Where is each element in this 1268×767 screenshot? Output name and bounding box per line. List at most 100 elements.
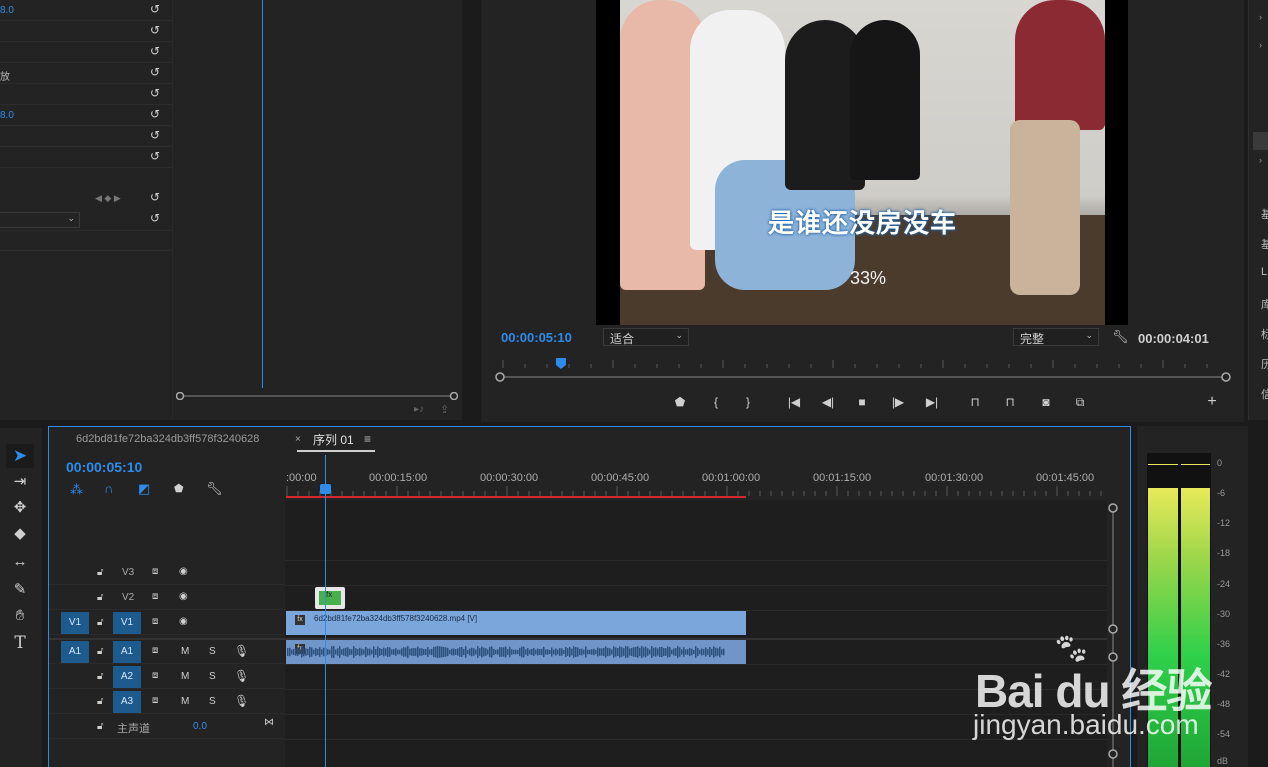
microphone-icon[interactable]: 🎙︎ — [234, 644, 249, 658]
marker-icon[interactable]: ⬟ — [174, 482, 184, 495]
panel-tab-label[interactable]: 库 — [1261, 296, 1268, 312]
panel-tab-label[interactable]: 基 — [1261, 236, 1268, 252]
program-playhead[interactable] — [555, 358, 566, 369]
type-tool-icon[interactable]: T — [10, 633, 30, 653]
sync-lock-icon[interactable]: ⧈ — [152, 566, 158, 577]
eye-icon[interactable]: ◉ — [179, 566, 188, 577]
mute-button[interactable]: M — [181, 646, 189, 657]
hand-tool-icon[interactable]: ✋︎ — [10, 606, 30, 626]
audio-clip-a1[interactable]: fx — [286, 640, 746, 664]
microphone-icon[interactable]: 🎙︎ — [234, 694, 249, 708]
wrench-icon[interactable]: 🔧︎ — [206, 481, 223, 497]
program-scrubber[interactable] — [493, 356, 1233, 386]
stop-button[interactable]: ■ — [853, 394, 871, 410]
extract-button[interactable]: ⊓ — [1001, 394, 1019, 410]
reset-icon[interactable]: ↺ — [150, 128, 164, 142]
pen-tool-icon[interactable]: ✎ — [10, 580, 30, 600]
timeline-timecode[interactable]: 00:00:05:10 — [66, 459, 142, 475]
mute-button[interactable]: M — [181, 696, 189, 707]
keyframe-nav[interactable]: ◀ ◆ ▶ — [95, 193, 121, 204]
lock-icon[interactable]: 🔓︎ — [97, 592, 103, 603]
lock-icon[interactable]: 🔓︎ — [97, 617, 103, 628]
go-to-in-button[interactable]: |◀ — [785, 394, 803, 410]
reset-icon[interactable]: ↺ — [150, 107, 164, 121]
timeline-playhead-head[interactable] — [320, 484, 331, 494]
add-button-icon[interactable]: + — [1203, 394, 1221, 410]
reset-icon[interactable]: ↺ — [150, 86, 164, 100]
chevron-right-icon[interactable]: › — [1259, 155, 1262, 165]
linked-selection-icon[interactable]: ◩ — [138, 481, 150, 497]
fit-dropdown[interactable]: 适合 ⌄ — [603, 328, 689, 346]
ec-value[interactable]: 8.0 — [0, 110, 14, 121]
quality-dropdown[interactable]: 完整 ⌄ — [1013, 328, 1099, 346]
lock-icon[interactable]: 🔓︎ — [97, 696, 103, 707]
track-select-tool-icon[interactable]: ⇥ — [10, 472, 30, 492]
filter-icon[interactable]: ▸♪ — [414, 404, 424, 415]
mark-in-button[interactable]: { — [707, 394, 725, 410]
track-target-a3[interactable]: A3 — [113, 691, 141, 713]
panel-tab-label[interactable]: 信 — [1261, 386, 1268, 402]
nest-icon[interactable]: ⁂ — [70, 482, 83, 498]
step-back-button[interactable]: ◀| — [819, 394, 837, 410]
chevron-right-icon[interactable]: › — [1259, 12, 1262, 22]
lift-button[interactable]: ⊓ — [966, 394, 984, 410]
tab-menu-icon[interactable]: ≡ — [364, 432, 371, 446]
wrench-icon[interactable]: 🔧︎ — [1112, 329, 1129, 345]
solo-button[interactable]: S — [209, 671, 216, 682]
tab-source-sequence[interactable]: 6d2bd81fe72ba324db3ff578f3240628 — [76, 433, 259, 445]
effect-controls-scrollbar[interactable] — [176, 392, 458, 400]
panel-tab-label[interactable]: 基 — [1261, 206, 1268, 222]
lock-icon[interactable]: 🔓︎ — [97, 671, 103, 682]
sync-lock-icon[interactable]: ⧈ — [152, 645, 158, 656]
reset-icon[interactable]: ↺ — [150, 190, 164, 204]
v2-clip[interactable]: fx — [315, 587, 345, 609]
master-volume[interactable]: 0.0 — [193, 721, 207, 732]
slip-tool-icon[interactable]: ↔ — [10, 552, 30, 572]
solo-button[interactable]: S — [209, 696, 216, 707]
razor-tool-icon[interactable]: ◆ — [10, 524, 30, 544]
work-area-bar[interactable] — [286, 496, 746, 498]
close-icon[interactable]: × — [295, 434, 301, 445]
selection-tool-icon[interactable]: ➤ — [10, 446, 30, 466]
effect-controls-timeline[interactable] — [172, 0, 462, 420]
sync-lock-icon[interactable]: ⧈ — [152, 591, 158, 602]
eye-icon[interactable]: ◉ — [179, 591, 188, 602]
add-marker-button[interactable]: ⬟ — [671, 394, 689, 410]
blend-mode-dropdown[interactable]: ⌄ — [0, 212, 80, 228]
track-target-v1[interactable]: V1 — [113, 612, 141, 634]
go-to-end-icon[interactable]: ⋈ — [264, 717, 274, 728]
lock-icon[interactable]: 🔓︎ — [97, 567, 103, 578]
export-icon[interactable]: ⇪ — [440, 403, 449, 416]
source-patch-a1[interactable]: A1 — [61, 641, 89, 663]
sync-lock-icon[interactable]: ⧈ — [152, 670, 158, 681]
mute-button[interactable]: M — [181, 671, 189, 682]
compare-view-button[interactable]: ⧉ — [1071, 394, 1089, 410]
eye-icon[interactable]: ◉ — [179, 616, 188, 627]
reset-icon[interactable]: ↺ — [150, 2, 164, 16]
track-target-a1[interactable]: A1 — [113, 641, 141, 663]
program-timecode[interactable]: 00:00:05:10 — [501, 330, 572, 345]
ec-value[interactable]: 8.0 — [0, 5, 14, 16]
go-to-out-button[interactable]: ▶| — [923, 394, 941, 410]
source-patch-v1[interactable]: V1 — [61, 612, 89, 634]
ripple-edit-tool-icon[interactable]: ✥ — [10, 498, 30, 518]
video-clip-v1[interactable]: fx 6d2bd81fe72ba324db3ff578f3240628.mp4 … — [286, 611, 746, 635]
chevron-right-icon[interactable]: › — [1259, 40, 1262, 50]
mark-out-button[interactable]: } — [739, 394, 757, 410]
reset-icon[interactable]: ↺ — [150, 211, 164, 225]
reset-icon[interactable]: ↺ — [150, 44, 164, 58]
camera-icon[interactable]: ◙ — [1037, 394, 1055, 410]
panel-tab-label[interactable]: 历 — [1261, 356, 1268, 372]
reset-icon[interactable]: ↺ — [150, 23, 164, 37]
effect-controls-playhead[interactable] — [262, 0, 263, 388]
sync-lock-icon[interactable]: ⧈ — [152, 695, 158, 706]
snap-icon[interactable]: ∩ — [104, 481, 113, 496]
timeline-playhead-line[interactable] — [325, 455, 326, 767]
reset-icon[interactable]: ↺ — [150, 65, 164, 79]
reset-icon[interactable]: ↺ — [150, 149, 164, 163]
track-target-a2[interactable]: A2 — [113, 666, 141, 688]
lock-icon[interactable]: 🔓︎ — [97, 646, 103, 657]
panel-tab-label[interactable]: L — [1261, 266, 1267, 278]
tab-sequence[interactable]: 序列 01 — [313, 431, 354, 448]
lock-icon[interactable]: 🔓︎ — [97, 721, 103, 732]
